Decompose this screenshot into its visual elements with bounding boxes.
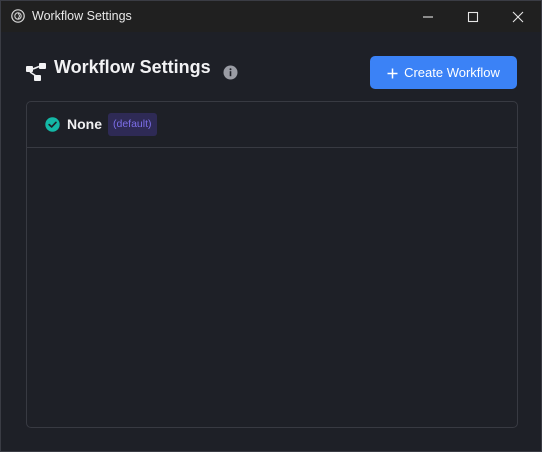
default-badge: (default) — [108, 113, 157, 136]
minimize-icon — [423, 15, 433, 18]
workflow-icon — [25, 62, 47, 82]
app-window: Workflow Settings Workflow Settings Crea… — [0, 0, 542, 452]
close-icon — [512, 11, 524, 22]
maximize-button[interactable] — [450, 1, 496, 32]
app-logo-icon — [11, 9, 25, 23]
title-bar[interactable]: Workflow Settings — [1, 1, 541, 32]
minimize-button[interactable] — [405, 1, 451, 32]
create-workflow-label: Create Workflow — [404, 65, 500, 80]
close-button[interactable] — [495, 1, 541, 32]
create-workflow-button[interactable]: Create Workflow — [370, 56, 517, 89]
window-title: Workflow Settings — [32, 9, 132, 23]
info-icon[interactable] — [223, 65, 238, 80]
workflow-list-item[interactable]: None (default) — [27, 102, 517, 148]
workflow-list-panel: None (default) — [26, 101, 518, 428]
page-title: Workflow Settings — [54, 57, 211, 77]
workflow-name: None — [67, 116, 102, 132]
maximize-icon — [467, 11, 479, 22]
plus-icon — [387, 67, 398, 79]
check-circle-icon — [45, 117, 60, 132]
